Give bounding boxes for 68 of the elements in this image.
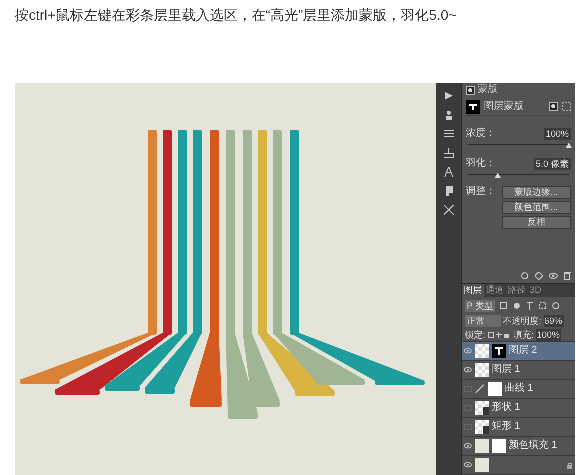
caption-text: 按ctrl+鼠标左键在彩条层里载入选区，在“高光”层里添加蒙版，羽化5.0~ — [15, 6, 458, 25]
layer-row[interactable]: 曲线 1 — [462, 380, 575, 399]
feather-label: 羽化： — [466, 158, 496, 170]
layer-mask-thumbnail — [492, 344, 506, 358]
shape-thumbnail — [475, 401, 489, 415]
density-field[interactable]: 100% — [544, 128, 571, 140]
pixel-mask-icon[interactable] — [549, 102, 558, 111]
pixel-filter-icon[interactable] — [500, 302, 508, 310]
slider-thumb[interactable] — [495, 173, 502, 178]
opacity-field[interactable]: 69% — [544, 314, 564, 326]
checkerboard-thumbnail — [475, 344, 489, 358]
layer-mask-thumbnail — [488, 382, 502, 396]
eye-icon[interactable] — [464, 367, 472, 373]
smart-object-filter-icon[interactable] — [552, 302, 560, 310]
panel-tab[interactable]: 路径 — [506, 284, 528, 297]
filter-dropdown[interactable]: P 类型 — [465, 300, 496, 312]
fill-thumbnail — [475, 439, 489, 453]
vector-mask-icon[interactable] — [562, 102, 571, 111]
checkerboard-thumbnail — [475, 363, 489, 377]
selection-icon[interactable] — [521, 272, 529, 280]
layer-mask-thumbnail — [492, 439, 506, 453]
panel-tab[interactable]: 图层 — [462, 284, 484, 297]
layer-mask-thumbnail — [466, 100, 480, 114]
lock-position-icon[interactable] — [496, 332, 502, 338]
layer-row[interactable]: 颜色填充 1 — [462, 437, 575, 456]
eye-icon[interactable] — [464, 443, 472, 449]
adjust-button[interactable]: 颜色范围... — [502, 201, 571, 214]
blend-mode-dropdown[interactable]: 正常 — [465, 314, 501, 326]
character-icon[interactable] — [444, 167, 454, 177]
layer-name: 矩形 1 — [492, 421, 522, 433]
layer-name: 图层 2 — [509, 345, 538, 357]
layer-name: 图层 1 — [492, 364, 522, 376]
layer-name: 曲线 1 — [505, 383, 534, 395]
layer-name: 形状 1 — [492, 402, 522, 414]
shape-filter-icon[interactable] — [539, 302, 548, 310]
background-thumbnail — [475, 458, 489, 472]
curves-icon — [475, 384, 485, 394]
play-icon[interactable] — [444, 91, 454, 101]
eye-icon[interactable] — [464, 348, 472, 354]
diamond-icon[interactable] — [535, 272, 543, 280]
mask-icon — [466, 86, 475, 94]
layer-row[interactable]: 图层 2 — [462, 342, 575, 361]
layer-row[interactable] — [462, 456, 575, 475]
eye-icon[interactable] — [464, 462, 472, 468]
lock-label: 锁定: — [465, 329, 486, 341]
opacity-label: 不透明度: — [503, 314, 542, 326]
lock-icon[interactable] — [504, 332, 510, 338]
layer-row[interactable]: 形状 1 — [462, 399, 575, 418]
adjust-label: 调整： — [466, 186, 497, 199]
layer-row[interactable]: 矩形 1 — [462, 418, 575, 437]
shape-thumbnail — [475, 420, 489, 434]
adjust-button[interactable]: 蒙版边缘... — [502, 186, 571, 199]
trash-icon[interactable] — [564, 272, 571, 280]
layer-name: 颜色填充 1 — [509, 440, 558, 452]
lock-pixels-icon[interactable] — [488, 332, 494, 338]
density-label: 浓度： — [466, 128, 496, 140]
adjust-button[interactable]: 反相 — [502, 216, 571, 229]
feather-field[interactable]: 5.0 像素 — [534, 158, 571, 170]
mask-type-label: 图层蒙版 — [484, 100, 525, 112]
eye-icon[interactable] — [549, 272, 558, 280]
panel-header: 蒙版 — [478, 84, 498, 96]
type-filter-icon[interactable] — [526, 302, 534, 310]
fill-label: 填充: — [514, 329, 534, 341]
fill-field[interactable]: 100% — [536, 329, 562, 341]
panel-tab[interactable]: 通道 — [484, 284, 506, 297]
slider-thumb[interactable] — [566, 143, 572, 148]
layer-row[interactable]: 图层 1 — [462, 361, 575, 380]
adjustment-filter-icon[interactable] — [513, 302, 522, 310]
